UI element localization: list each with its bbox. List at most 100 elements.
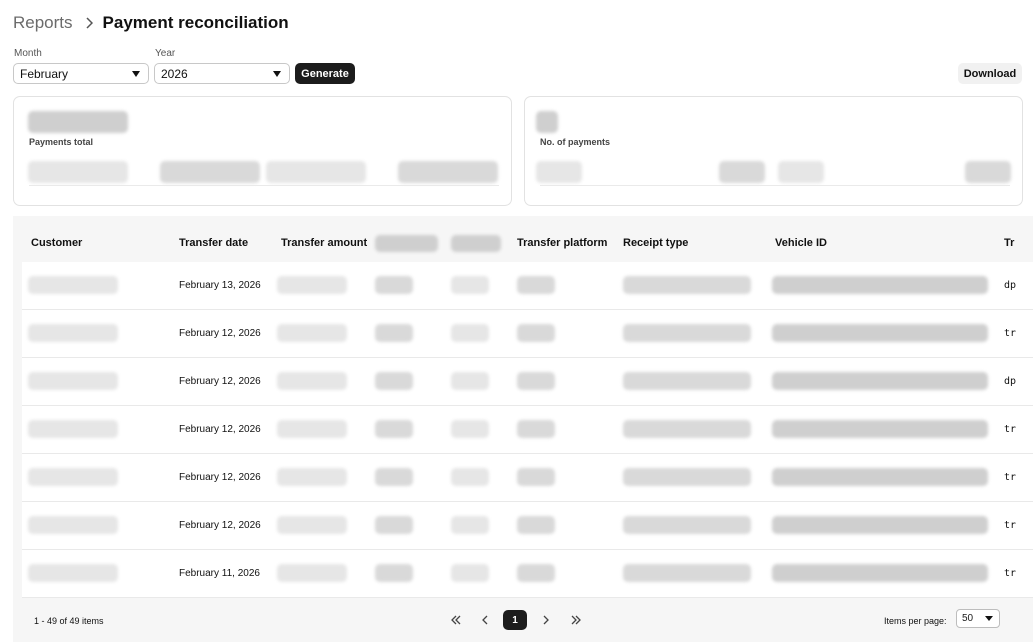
redacted-cell xyxy=(277,564,347,582)
redacted-value xyxy=(28,111,128,133)
last-page-icon[interactable] xyxy=(565,610,587,630)
breadcrumb-reports-link[interactable]: Reports xyxy=(13,13,73,33)
divider xyxy=(540,185,1010,186)
redacted-cell xyxy=(28,516,118,534)
previous-page-icon[interactable] xyxy=(474,610,496,630)
redacted-cell xyxy=(375,276,413,294)
redacted-cell xyxy=(623,516,751,534)
column-header-truncated[interactable]: Tr xyxy=(1004,237,1014,249)
breadcrumb: Reports Payment reconciliation xyxy=(13,12,289,34)
table-row[interactable]: February 12, 2026 dp xyxy=(22,358,1033,406)
redacted-cell xyxy=(517,420,555,438)
redacted-cell xyxy=(451,468,489,486)
redacted-column-header xyxy=(375,235,438,252)
redacted-value xyxy=(536,111,558,133)
redacted-cell xyxy=(623,372,751,390)
transfer-date-cell: February 11, 2026 xyxy=(179,568,260,579)
month-select[interactable]: February xyxy=(13,63,149,84)
table-header: Customer Transfer date Transfer amount T… xyxy=(13,216,1033,262)
caret-down-icon xyxy=(132,71,140,77)
redacted-column-header xyxy=(451,235,501,252)
redacted-cell xyxy=(375,516,413,534)
column-header-transfer-platform[interactable]: Transfer platform xyxy=(517,237,607,249)
page-title: Payment reconciliation xyxy=(102,13,289,32)
redacted-cell xyxy=(451,564,489,582)
first-page-icon[interactable] xyxy=(445,610,467,630)
redacted-cell xyxy=(451,516,489,534)
redacted-cell xyxy=(375,324,413,342)
redacted-cell xyxy=(375,564,413,582)
table-row[interactable]: February 12, 2026 tr xyxy=(22,502,1033,550)
transfer-date-cell: February 12, 2026 xyxy=(179,328,261,339)
column-header-receipt-type[interactable]: Receipt type xyxy=(623,237,688,249)
redacted-cell xyxy=(772,420,988,438)
transfer-date-cell: February 13, 2026 xyxy=(179,280,261,291)
truncated-cell: tr xyxy=(1004,328,1017,339)
redacted-cell xyxy=(451,276,489,294)
payments-total-label: Payments total xyxy=(29,137,94,147)
redacted-cell xyxy=(517,324,555,342)
items-per-page-select[interactable]: 50 xyxy=(956,609,1000,628)
transfer-date-cell: February 12, 2026 xyxy=(179,472,261,483)
truncated-cell: tr xyxy=(1004,424,1017,435)
chevron-right-icon xyxy=(85,17,93,29)
column-header-customer[interactable]: Customer xyxy=(31,237,82,249)
column-header-vehicle-id[interactable]: Vehicle ID xyxy=(775,237,827,249)
pagination-summary: 1 - 49 of 49 items xyxy=(34,616,104,626)
transfer-date-cell: February 12, 2026 xyxy=(179,520,261,531)
redacted-cell xyxy=(277,372,347,390)
redacted-cell xyxy=(28,372,118,390)
truncated-cell: tr xyxy=(1004,472,1017,483)
redacted-value xyxy=(536,161,582,183)
redacted-cell xyxy=(517,372,555,390)
redacted-cell xyxy=(28,420,118,438)
redacted-cell xyxy=(28,468,118,486)
redacted-cell xyxy=(623,420,751,438)
pagination-bar: 1 - 49 of 49 items 1 Items per page: 50 xyxy=(13,596,1033,642)
page-1-button[interactable]: 1 xyxy=(503,610,527,630)
truncated-cell: dp xyxy=(1004,376,1017,387)
generate-button[interactable]: Generate xyxy=(295,63,355,84)
redacted-cell xyxy=(28,276,118,294)
redacted-cell xyxy=(772,564,988,582)
table-row[interactable]: February 12, 2026 tr xyxy=(22,406,1033,454)
redacted-cell xyxy=(772,324,988,342)
redacted-value xyxy=(778,161,824,183)
table-row[interactable]: February 11, 2026 tr xyxy=(22,550,1033,598)
month-label: Month xyxy=(14,48,42,59)
year-select[interactable]: 2026 xyxy=(154,63,290,84)
redacted-cell xyxy=(451,420,489,438)
table-row[interactable]: February 12, 2026 tr xyxy=(22,454,1033,502)
redacted-cell xyxy=(375,468,413,486)
redacted-cell xyxy=(277,420,347,438)
redacted-cell xyxy=(517,516,555,534)
redacted-cell xyxy=(623,468,751,486)
payments-total-card: Payments total xyxy=(13,96,512,206)
truncated-cell: dp xyxy=(1004,280,1017,291)
redacted-cell xyxy=(451,324,489,342)
redacted-cell xyxy=(623,276,751,294)
redacted-cell xyxy=(623,324,751,342)
table-row[interactable]: February 12, 2026 tr xyxy=(22,310,1033,358)
redacted-cell xyxy=(517,468,555,486)
redacted-cell xyxy=(375,372,413,390)
redacted-value xyxy=(398,161,498,183)
year-label: Year xyxy=(155,48,176,59)
payments-count-label: No. of payments xyxy=(540,137,611,147)
redacted-cell xyxy=(277,276,347,294)
transfer-date-cell: February 12, 2026 xyxy=(179,424,261,435)
redacted-cell xyxy=(277,468,347,486)
column-header-transfer-amount[interactable]: Transfer amount xyxy=(281,237,367,249)
redacted-cell xyxy=(772,516,988,534)
next-page-icon[interactable] xyxy=(535,610,557,630)
items-per-page-value: 50 xyxy=(962,613,974,624)
redacted-value xyxy=(266,161,366,183)
transfer-date-cell: February 12, 2026 xyxy=(179,376,261,387)
month-select-value: February xyxy=(20,66,69,81)
redacted-cell xyxy=(451,372,489,390)
redacted-cell xyxy=(517,276,555,294)
table-row[interactable]: February 13, 2026 dp xyxy=(22,262,1033,310)
column-header-transfer-date[interactable]: Transfer date xyxy=(179,237,248,249)
redacted-cell xyxy=(277,324,347,342)
download-button[interactable]: Download xyxy=(958,63,1022,84)
